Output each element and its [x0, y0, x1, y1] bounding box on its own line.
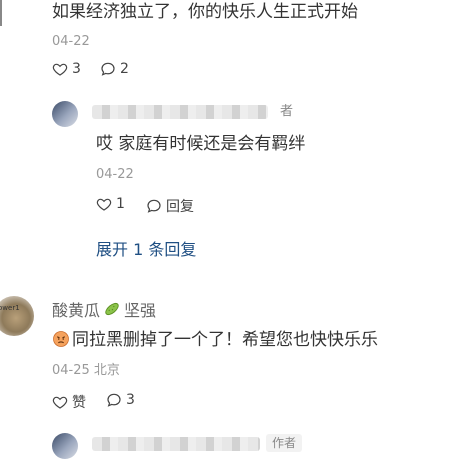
comment-row: 同拉黑删掉了一个了！希望您也快快乐乐	[52, 329, 378, 351]
like-button[interactable]: 赞	[52, 392, 86, 412]
angry-face-emoji-icon	[52, 330, 70, 348]
like-count: 1	[116, 196, 125, 212]
heart-icon	[52, 394, 68, 410]
avatar[interactable]: ower1	[0, 296, 34, 336]
expand-replies-link[interactable]: 展开 1 条回复	[96, 236, 196, 260]
comment-icon	[146, 198, 162, 214]
avatar[interactable]	[52, 101, 78, 127]
avatar[interactable]	[52, 433, 78, 459]
comment-date: 04-22	[52, 34, 90, 49]
like-count: 3	[72, 61, 81, 77]
comment-text: 同拉黑删掉了一个了！希望您也快快乐乐	[72, 330, 378, 350]
reply-text: 哎 家庭有时候还是会有羁绊	[96, 134, 306, 154]
heart-icon	[96, 196, 112, 212]
pickle-emoji-icon	[103, 300, 121, 318]
reply-button[interactable]: 3	[106, 392, 135, 408]
like-button[interactable]: 1	[96, 196, 125, 212]
username-row[interactable]: 酸黄瓜 坚强	[52, 297, 156, 321]
comment-date: 04-25	[52, 363, 90, 378]
reply-button[interactable]: 回复	[146, 196, 194, 216]
reply-button[interactable]: 2	[100, 61, 129, 77]
like-label: 赞	[72, 395, 86, 411]
comment-text: 如果经济独立了，你的快乐人生正式开始	[52, 2, 358, 22]
blurred-username	[92, 105, 268, 119]
blurred-username	[92, 437, 260, 451]
text-main: 哎 家庭有时候还是会有羁绊	[96, 133, 305, 155]
author-tag: 作者	[266, 434, 303, 452]
like-button[interactable]: 3	[52, 61, 81, 77]
comment-location: 北京	[93, 363, 120, 378]
author-tag: 者	[280, 104, 294, 119]
comment-icon	[100, 61, 116, 77]
thread-line	[0, 0, 2, 26]
reply-count: 2	[120, 61, 129, 77]
reply-label: 回复	[166, 199, 194, 215]
username[interactable]: 酸黄瓜	[52, 297, 100, 321]
comment-meta: 04-25 北京	[52, 362, 120, 380]
reply-date: 04-22	[96, 167, 134, 182]
comment-icon	[106, 392, 122, 408]
user-badge: 坚强	[124, 301, 157, 320]
heart-icon	[52, 61, 68, 77]
reply-count: 3	[126, 392, 135, 408]
avatar-caption: ower1	[0, 304, 20, 312]
